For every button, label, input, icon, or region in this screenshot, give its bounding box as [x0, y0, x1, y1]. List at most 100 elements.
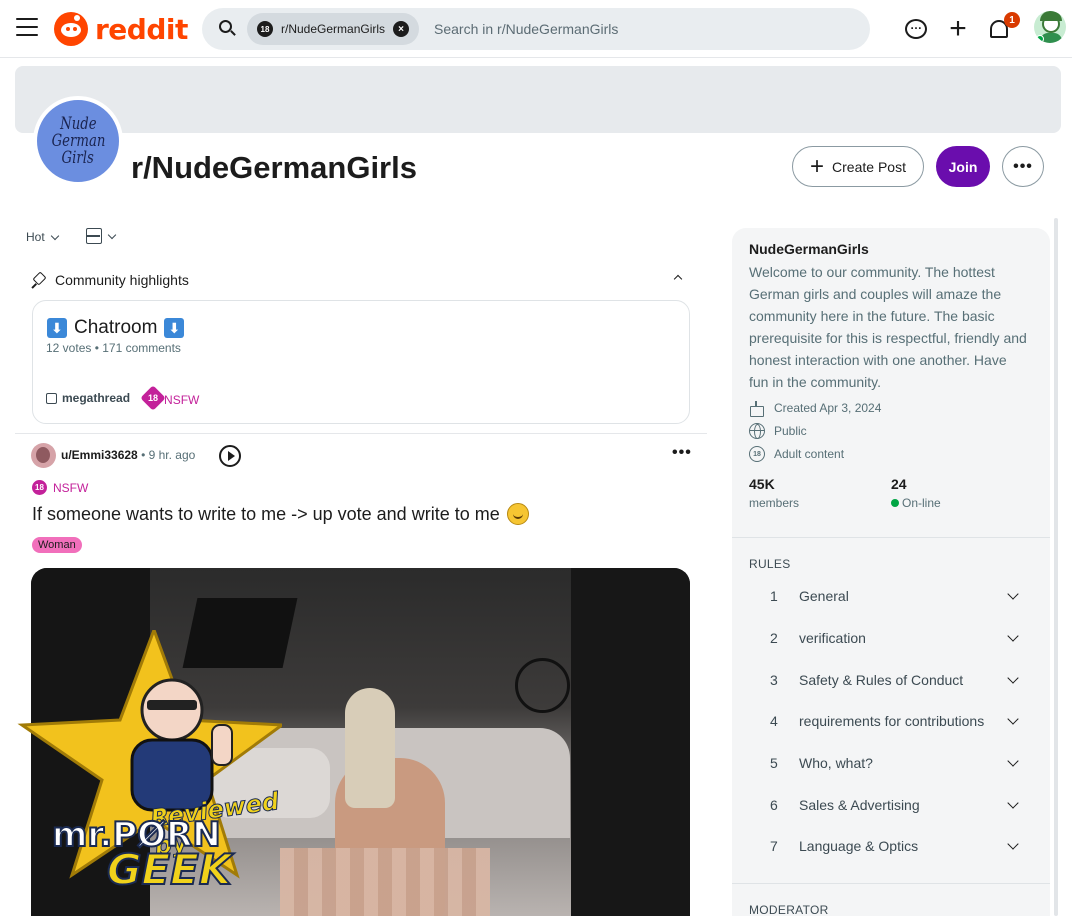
- hamburger-menu-icon[interactable]: [16, 18, 38, 38]
- clear-chip-icon[interactable]: ×: [393, 21, 410, 37]
- search-input[interactable]: [434, 19, 834, 39]
- sidebar-community-name: NudeGermanGirls: [749, 241, 869, 257]
- members-count: 45K: [749, 476, 775, 492]
- visibility-row: Public: [749, 423, 807, 439]
- nsfw-18-icon: 18: [257, 21, 273, 37]
- post-title[interactable]: If someone wants to write to me -> up vo…: [32, 503, 529, 525]
- post-nsfw-label: NSFW: [53, 480, 89, 495]
- user-avatar[interactable]: [1034, 11, 1066, 43]
- rule-label: General: [799, 588, 849, 604]
- highlight-title[interactable]: ⬇ Chatroom ⬇: [47, 317, 185, 339]
- sort-label: Hot: [26, 230, 45, 244]
- card-view-icon: [86, 228, 102, 244]
- rule-number: 6: [770, 797, 778, 813]
- watermark-line-3: GEEK: [106, 844, 232, 895]
- plus-icon: +: [949, 12, 967, 45]
- post-author-avatar[interactable]: [31, 443, 56, 468]
- chevron-down-icon: [1007, 797, 1019, 809]
- create-button[interactable]: +: [944, 12, 972, 45]
- community-banner: [15, 66, 1061, 133]
- reddit-snoo-icon: [54, 12, 88, 46]
- search-icon: [219, 20, 236, 37]
- rule-label: Safety & Rules of Conduct: [799, 672, 964, 688]
- online-status-dot: [1036, 35, 1044, 43]
- rule-number: 2: [770, 630, 778, 646]
- smile-emoji-icon: [506, 503, 529, 525]
- sidebar-divider: [732, 537, 1050, 538]
- moderator-heading: MODERATOR: [749, 903, 829, 916]
- rule-number: 4: [770, 713, 778, 729]
- megathread-label: megathread: [62, 391, 131, 405]
- content-type-label: Adult content: [774, 447, 845, 461]
- online-indicator: On-line: [891, 496, 941, 510]
- community-sidebar: NudeGermanGirls Welcome to our community…: [732, 228, 1050, 916]
- globe-icon: [749, 423, 765, 439]
- rule-label: Sales & Advertising: [799, 797, 920, 813]
- rule-label: verification: [799, 630, 866, 646]
- rule-number: 5: [770, 755, 778, 771]
- join-button[interactable]: Join: [936, 146, 990, 187]
- sidebar-scrollbar[interactable]: [1054, 218, 1058, 916]
- post-flair[interactable]: Woman: [32, 537, 82, 553]
- online-dot-icon: [891, 499, 899, 507]
- chevron-down-icon: [107, 230, 117, 239]
- reddit-logo[interactable]: reddit: [54, 12, 188, 46]
- members-label: members: [749, 496, 800, 510]
- create-post-label: Create Post: [832, 158, 906, 175]
- search-bar[interactable]: 18 r/NudeGermanGirls ×: [202, 8, 870, 50]
- created-date: Created Apr 3, 2024: [774, 401, 882, 415]
- rule-item[interactable]: 1 General: [749, 581, 1029, 611]
- nsfw-badge-text: 18: [148, 392, 159, 403]
- post-nsfw-tag: 18 NSFW: [32, 480, 88, 495]
- created-row: Created Apr 3, 2024: [749, 400, 882, 417]
- sidebar-description: Welcome to our community. The hottest Ge…: [749, 264, 1027, 390]
- down-arrow-emoji-icon: ⬇: [164, 318, 185, 338]
- rule-item[interactable]: 3 Safety & Rules of Conduct: [749, 665, 1029, 695]
- play-icon[interactable]: [219, 445, 241, 467]
- rule-label: Language & Optics: [799, 838, 919, 854]
- rule-item[interactable]: 2 verification: [749, 623, 1029, 653]
- down-arrow-emoji-icon: ⬇: [47, 318, 67, 338]
- post-title-text: If someone wants to write to me -> up vo…: [32, 503, 500, 524]
- chat-icon: [905, 18, 927, 39]
- post-author[interactable]: u/Emmi33628: [61, 448, 138, 462]
- community-highlights-header[interactable]: Community highlights: [31, 270, 691, 290]
- search-community-chip[interactable]: 18 r/NudeGermanGirls ×: [247, 13, 420, 45]
- highlights-label: Community highlights: [55, 272, 189, 288]
- search-chip-label: r/NudeGermanGirls: [281, 22, 386, 36]
- chevron-down-icon: [1007, 713, 1019, 725]
- adult-18-icon: 18: [749, 446, 765, 462]
- view-toggle[interactable]: [86, 228, 117, 244]
- sidebar-divider: [732, 883, 1050, 884]
- chevron-down-icon: [1007, 672, 1019, 684]
- highlight-meta: 12 votes • 171 comments: [46, 341, 181, 355]
- community-icon: Nude German Girls: [33, 96, 123, 186]
- post-age: • 9 hr. ago: [141, 448, 196, 462]
- create-post-button[interactable]: + Create Post: [792, 146, 924, 187]
- rule-number: 7: [770, 838, 778, 854]
- rule-label: Who, what?: [799, 755, 873, 771]
- online-label: On-line: [902, 496, 941, 510]
- visibility-label: Public: [774, 424, 807, 438]
- rule-label: requirements for contributions: [799, 713, 985, 729]
- rule-item[interactable]: 6 Sales & Advertising: [749, 790, 1029, 820]
- cake-icon: [749, 400, 765, 417]
- content-type-row: 18 Adult content: [749, 446, 844, 462]
- highlight-title-text: Chatroom: [74, 317, 158, 338]
- rule-item[interactable]: 4 requirements for contributions: [749, 706, 1029, 736]
- logo-text: reddit: [95, 12, 188, 46]
- chevron-down-icon: [1007, 588, 1019, 600]
- chevron-down-icon: [1007, 838, 1019, 850]
- reviewer-watermark-badge: Reviewed by mr.PØRN GEEK: [12, 630, 292, 900]
- chat-button[interactable]: [902, 15, 930, 43]
- more-options-button[interactable]: •••: [1002, 146, 1044, 187]
- community-icon-text-3: Girls: [61, 147, 95, 168]
- rule-number: 3: [770, 672, 778, 688]
- rule-item[interactable]: 5 Who, what?: [749, 748, 1029, 778]
- post-more-options[interactable]: •••: [672, 444, 692, 462]
- sort-dropdown[interactable]: Hot: [26, 230, 59, 244]
- rules-heading: RULES: [749, 557, 791, 571]
- rule-item[interactable]: 7 Language & Optics: [749, 831, 1029, 861]
- nsfw-18-icon: 18: [32, 480, 47, 495]
- highlight-card[interactable]: ⬇ Chatroom ⬇ 12 votes • 171 comments meg…: [32, 300, 690, 424]
